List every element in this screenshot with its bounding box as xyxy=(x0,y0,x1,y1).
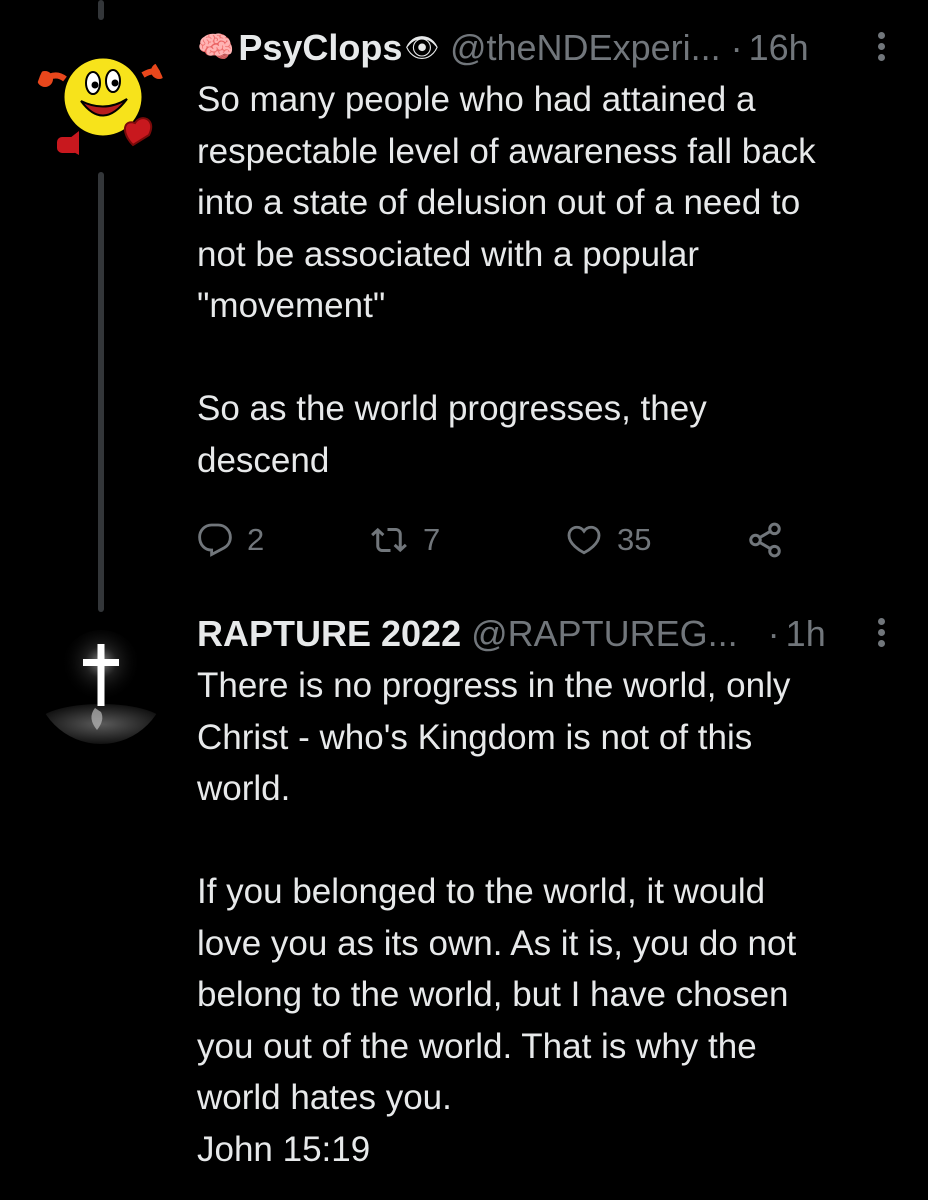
avatar-psyclops[interactable] xyxy=(35,35,167,167)
separator-dot: · xyxy=(767,613,780,654)
thread-line-connector xyxy=(98,172,104,612)
reply-icon xyxy=(198,523,232,557)
eye-emoji: 👁 xyxy=(404,32,440,63)
author-name[interactable]: PsyClops xyxy=(238,24,402,72)
tweet-actions: 2 7 35 xyxy=(197,512,797,568)
tweet-rapture[interactable]: RAPTURE 2022 @RAPTUREG... · 1h There is … xyxy=(197,610,888,1175)
glowing-cross-icon xyxy=(35,612,167,744)
timestamp[interactable]: 1h xyxy=(786,610,826,658)
heart-icon xyxy=(567,525,601,555)
retweet-button[interactable]: 7 xyxy=(369,512,440,568)
tweet-header: RAPTURE 2022 @RAPTUREG... · 1h xyxy=(197,610,888,658)
author-handle[interactable]: @theNDExperi... xyxy=(450,24,721,72)
more-options-icon[interactable] xyxy=(874,614,888,654)
retweet-count: 7 xyxy=(423,522,441,557)
tweet-header: 🧠 PsyClops 👁 @theNDExperi... · 16h xyxy=(197,24,888,72)
author-handle[interactable]: @RAPTUREG... xyxy=(471,610,738,658)
like-count: 35 xyxy=(617,522,652,557)
thread-view: 🧠 PsyClops 👁 @theNDExperi... · 16h So ma… xyxy=(0,0,928,1200)
tweet-psyclops[interactable]: 🧠 PsyClops 👁 @theNDExperi... · 16h So ma… xyxy=(197,24,888,486)
brain-emoji: 🧠 xyxy=(197,31,235,64)
reply-button[interactable]: 2 xyxy=(197,512,264,568)
tweet-text: So many people who had attained a respec… xyxy=(197,80,816,480)
share-icon xyxy=(749,522,781,558)
reply-count: 2 xyxy=(247,522,265,557)
author-name[interactable]: RAPTURE 2022 xyxy=(197,610,461,658)
separator-dot: · xyxy=(730,27,743,68)
thread-line-top xyxy=(98,0,104,20)
like-button[interactable]: 35 xyxy=(565,512,651,568)
share-button[interactable] xyxy=(745,512,785,568)
timestamp[interactable]: 16h xyxy=(749,24,809,72)
pacman-character-icon xyxy=(35,35,167,167)
more-options-icon[interactable] xyxy=(874,28,888,68)
tweet-text: There is no progress in the world, only … xyxy=(197,666,797,1169)
retweet-icon xyxy=(371,527,407,553)
avatar-rapture[interactable] xyxy=(35,612,167,744)
